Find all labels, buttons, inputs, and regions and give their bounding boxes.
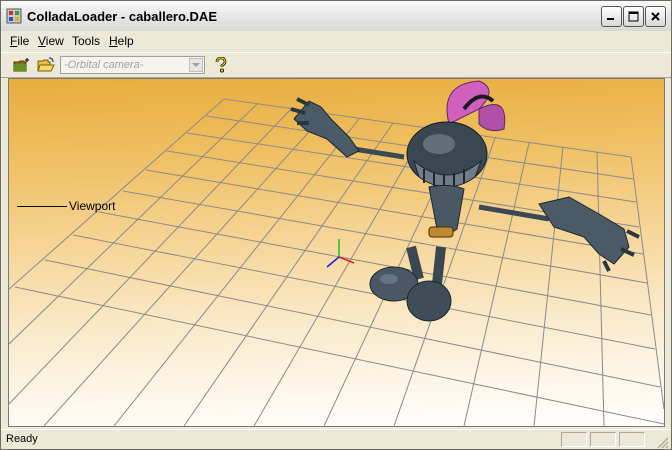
resize-grip-icon[interactable] — [655, 435, 669, 449]
app-icon — [6, 8, 22, 24]
menu-tools[interactable]: Tools — [72, 34, 100, 48]
new-folder-button[interactable] — [12, 56, 32, 74]
status-bar: Ready — [1, 429, 671, 449]
menu-file-label: ile — [17, 34, 30, 48]
camera-select-dropdown-button[interactable] — [189, 58, 203, 72]
status-panel-2 — [590, 432, 616, 447]
open-file-button[interactable] — [36, 56, 56, 74]
window-title: ColladaLoader - caballero.DAE — [27, 9, 217, 24]
viewport-label-leader — [17, 206, 67, 207]
menu-help-mnemonic: H — [109, 34, 118, 48]
folder-open-icon — [37, 57, 55, 72]
menu-help-label: elp — [117, 34, 134, 48]
menu-bar: File View Tools Help — [1, 31, 671, 51]
close-icon — [651, 12, 660, 21]
viewport-3d[interactable]: Viewport — [8, 78, 665, 427]
menu-view-label: iew — [45, 34, 64, 48]
menu-view-mnemonic: V — [38, 34, 46, 48]
help-button[interactable] — [211, 56, 231, 74]
minimize-icon — [607, 18, 614, 20]
app-window: ColladaLoader - caballero.DAE File View … — [0, 0, 672, 450]
maximize-button[interactable] — [623, 6, 644, 27]
menu-tools-label: Tools — [72, 34, 101, 48]
close-button[interactable] — [645, 6, 666, 27]
menu-view[interactable]: View — [38, 34, 64, 48]
chevron-down-icon — [192, 63, 200, 67]
camera-select[interactable]: -Orbital camera- — [60, 56, 205, 74]
menu-file[interactable]: File — [10, 34, 29, 48]
menu-help[interactable]: Help — [109, 34, 134, 48]
scene-render — [9, 80, 664, 426]
toolbar: -Orbital camera- — [1, 52, 671, 78]
title-bar[interactable]: ColladaLoader - caballero.DAE — [1, 1, 671, 32]
axis-gizmo — [326, 239, 355, 268]
status-panel-1 — [561, 432, 587, 447]
folder-new-icon — [13, 58, 29, 72]
camera-select-value: -Orbital camera- — [64, 59, 144, 71]
minimize-button[interactable] — [601, 6, 622, 27]
maximize-icon — [628, 11, 639, 22]
status-text: Ready — [6, 433, 38, 445]
status-panel-3 — [619, 432, 645, 447]
viewport-label: Viewport — [69, 199, 116, 213]
knight-model — [290, 80, 640, 322]
help-question-icon — [215, 57, 227, 73]
